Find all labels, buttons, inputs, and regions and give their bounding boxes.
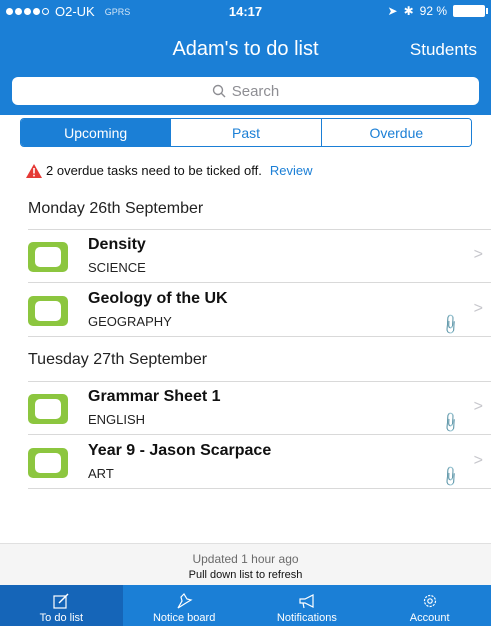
task-row[interactable]: Density SCIENCE > bbox=[28, 230, 491, 283]
paperclip-icon: 📎 bbox=[438, 312, 463, 336]
paperclip-icon: 📎 bbox=[438, 464, 463, 488]
search-input[interactable]: Search bbox=[12, 77, 479, 105]
search-icon bbox=[212, 84, 226, 98]
segmented-control: Upcoming Past Overdue bbox=[20, 118, 472, 147]
pull-to-refresh-hint: Pull down list to refresh bbox=[188, 569, 303, 581]
tab-past[interactable]: Past bbox=[170, 119, 321, 146]
pin-icon bbox=[177, 593, 193, 609]
task-subject: SCIENCE bbox=[88, 260, 146, 275]
task-subject: ENGLISH bbox=[88, 412, 146, 427]
overdue-notice: 2 overdue tasks need to be ticked off. R… bbox=[26, 163, 312, 178]
tab-label: Notifications bbox=[276, 612, 337, 624]
task-row[interactable]: Geology of the UK GEOGRAPHY 📎 > bbox=[28, 284, 491, 337]
task-title: Geology of the UK bbox=[88, 290, 228, 307]
tab-overdue[interactable]: Overdue bbox=[320, 119, 471, 146]
task-title: Year 9 - Jason Scarpace bbox=[88, 442, 272, 459]
chevron-right-icon: > bbox=[473, 246, 483, 263]
pencil-square-icon bbox=[53, 593, 69, 609]
tab-bar: To do list Notice board Notifications Ac… bbox=[0, 585, 491, 626]
task-subject: GEOGRAPHY bbox=[88, 314, 172, 329]
chevron-right-icon: > bbox=[473, 452, 483, 469]
tab-notice-board[interactable]: Notice board bbox=[123, 585, 246, 626]
status-bar: O2-UK GPRS 14:17 ➤ ✱ 92 % bbox=[0, 0, 491, 22]
section-header-tuesday: Tuesday 27th September bbox=[28, 351, 208, 368]
task-row[interactable]: Year 9 - Jason Scarpace ART 📎 > bbox=[28, 436, 491, 489]
bluetooth-icon: ✱ bbox=[403, 4, 414, 18]
task-checkbox[interactable] bbox=[28, 296, 68, 326]
warning-icon bbox=[26, 163, 42, 178]
chevron-right-icon: > bbox=[473, 398, 483, 415]
task-subject: ART bbox=[88, 466, 114, 481]
location-icon: ➤ bbox=[387, 4, 398, 18]
section-header-monday: Monday 26th September bbox=[28, 200, 204, 217]
task-checkbox[interactable] bbox=[28, 448, 68, 478]
chevron-right-icon: > bbox=[473, 300, 483, 317]
updated-time: Updated 1 hour ago bbox=[192, 552, 299, 566]
refresh-status: Updated 1 hour ago Pull down list to ref… bbox=[0, 543, 491, 585]
review-link[interactable]: Review bbox=[270, 163, 313, 178]
task-row[interactable]: Grammar Sheet 1 ENGLISH 📎 > bbox=[28, 382, 491, 435]
app-header: O2-UK GPRS 14:17 ➤ ✱ 92 % Adam's to do l… bbox=[0, 0, 491, 115]
tab-label: Account bbox=[409, 612, 450, 624]
paperclip-icon: 📎 bbox=[438, 410, 463, 434]
tab-label: Notice board bbox=[152, 612, 216, 624]
tab-notifications[interactable]: Notifications bbox=[246, 585, 369, 626]
nav-bar: Adam's to do list Students bbox=[0, 30, 491, 70]
gear-icon bbox=[423, 594, 436, 608]
students-button[interactable]: Students bbox=[410, 40, 477, 60]
battery-percent: 92 % bbox=[419, 4, 447, 18]
battery-icon bbox=[453, 5, 488, 17]
task-checkbox[interactable] bbox=[28, 242, 68, 272]
task-checkbox[interactable] bbox=[28, 394, 68, 424]
overdue-text: 2 overdue tasks need to be ticked off. bbox=[46, 163, 262, 178]
megaphone-icon bbox=[299, 594, 314, 609]
tab-account[interactable]: Account bbox=[368, 585, 491, 626]
search-placeholder: Search bbox=[231, 82, 280, 100]
task-title: Grammar Sheet 1 bbox=[88, 388, 221, 405]
tab-to-do-list[interactable]: To do list bbox=[0, 585, 123, 626]
tab-label: To do list bbox=[39, 612, 84, 624]
tab-upcoming[interactable]: Upcoming bbox=[21, 119, 171, 146]
task-title: Density bbox=[88, 236, 146, 253]
